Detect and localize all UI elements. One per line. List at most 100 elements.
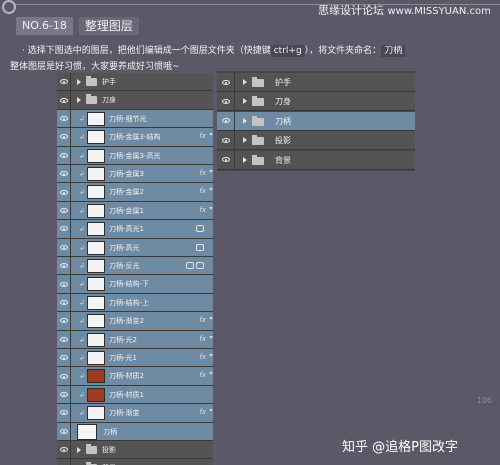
layer-row[interactable]: ↲ 刀柄-高光 (57, 238, 213, 257)
visibility-toggle[interactable] (57, 275, 71, 293)
visibility-toggle[interactable] (217, 92, 235, 111)
visibility-toggle[interactable] (57, 128, 71, 146)
layer-row[interactable]: ↲ 刀柄-光1 fx (57, 349, 213, 368)
eye-icon (59, 318, 68, 324)
visibility-toggle[interactable] (57, 349, 71, 367)
layer-thumbnail (87, 167, 105, 181)
layer-row[interactable]: ↲ 刀柄-金属3 fx (57, 165, 213, 184)
visibility-toggle[interactable] (57, 165, 71, 183)
layer-effects-icon[interactable]: fx (199, 408, 206, 416)
visibility-toggle[interactable] (57, 257, 71, 275)
effects-caret-icon[interactable] (209, 354, 213, 357)
layer-thumbnail (87, 387, 105, 402)
visibility-toggle[interactable] (57, 422, 71, 440)
layer-effects-icon[interactable]: fx (199, 187, 206, 195)
effects-caret-icon[interactable] (209, 409, 213, 413)
visibility-toggle[interactable] (57, 385, 71, 404)
layer-name: 刀身 (275, 97, 291, 107)
expand-arrow-icon[interactable] (243, 156, 247, 163)
effects-caret-icon[interactable] (209, 335, 213, 339)
visibility-toggle[interactable] (217, 73, 235, 91)
effects-caret-icon[interactable] (209, 133, 213, 137)
layer-thumbnail (87, 314, 105, 329)
visibility-toggle[interactable] (57, 73, 71, 91)
expand-arrow-icon[interactable] (243, 117, 247, 124)
visibility-toggle[interactable] (57, 91, 71, 109)
clip-arrow-icon: ↲ (79, 390, 85, 399)
layer-group-row[interactable]: 刀柄 (217, 111, 415, 131)
visibility-toggle[interactable] (57, 109, 71, 128)
visibility-toggle[interactable] (57, 312, 71, 330)
layer-row[interactable]: ↲ 刀柄-细节光 (57, 109, 213, 129)
layer-group-row[interactable]: 护手 (217, 73, 415, 92)
visibility-toggle[interactable] (217, 111, 235, 130)
linked-icon (186, 262, 194, 269)
layer-row[interactable]: ↲ 刀柄-结构-下 (57, 275, 213, 294)
step-number: NO.6-18 (16, 17, 73, 35)
layer-effects-icon[interactable]: fx (199, 132, 206, 140)
expand-arrow-icon[interactable] (77, 447, 81, 453)
eye-icon (59, 336, 68, 342)
layer-row[interactable]: ↲ 刀柄-高光1 (57, 220, 213, 239)
visibility-toggle[interactable] (57, 146, 71, 164)
layer-effects-icon[interactable]: fx (199, 335, 206, 343)
visibility-toggle[interactable] (57, 367, 71, 385)
layer-row[interactable]: ↲ 刀柄-材质1 (57, 385, 213, 405)
layer-group-row[interactable]: 刀身 (57, 91, 213, 110)
layer-row[interactable]: ↲ 刀柄-光2 fx (57, 330, 213, 349)
layer-row[interactable]: ↲ 刀柄-结构-上 (57, 293, 213, 313)
eye-icon (59, 97, 68, 103)
layer-effects-icon[interactable]: fx (199, 371, 206, 379)
effects-caret-icon[interactable] (209, 206, 213, 210)
visibility-toggle[interactable] (57, 201, 71, 220)
expand-arrow-icon[interactable] (77, 79, 81, 85)
visibility-toggle[interactable] (217, 131, 235, 150)
layer-thumbnail (87, 295, 105, 310)
effects-caret-icon[interactable] (209, 317, 213, 321)
layer-group-row[interactable]: 背景 (57, 459, 213, 465)
layer-row[interactable]: ↲ 刀柄-金属2 fx (57, 183, 213, 202)
layer-group-row[interactable]: 护手 (57, 73, 213, 92)
instruction-text-b: ），将文件夹命名： (304, 46, 382, 56)
visibility-toggle[interactable] (57, 459, 71, 465)
clip-arrow-icon: ↲ (79, 354, 85, 362)
eye-icon (59, 410, 68, 416)
layer-effects-icon[interactable]: fx (199, 353, 206, 361)
clip-arrow-icon: ↲ (79, 170, 85, 178)
layer-row[interactable]: ↲ 刀柄-金属3-结构 fx (57, 128, 213, 147)
layer-name: 投影 (102, 446, 116, 454)
expand-arrow-icon[interactable] (243, 137, 247, 144)
layer-group-row[interactable]: 投影 (57, 441, 213, 460)
layer-row[interactable]: 刀柄 (57, 422, 213, 441)
visibility-toggle[interactable] (57, 220, 71, 238)
layer-group-row[interactable]: 刀身 (217, 92, 415, 112)
effects-caret-icon[interactable] (209, 372, 213, 376)
visibility-toggle[interactable] (57, 330, 71, 348)
layer-effects-icon[interactable]: fx (199, 206, 206, 214)
visibility-toggle[interactable] (57, 183, 71, 201)
layer-group-row[interactable]: 背景 (217, 150, 415, 170)
layer-effects-icon[interactable]: fx (199, 169, 206, 177)
visibility-toggle[interactable] (217, 150, 235, 169)
clip-arrow-icon: ↲ (79, 151, 85, 160)
expand-arrow-icon[interactable] (77, 97, 81, 104)
layer-thumbnail (87, 351, 105, 365)
layer-group-row[interactable]: 投影 (217, 131, 415, 151)
expand-arrow-icon[interactable] (243, 98, 247, 105)
visibility-toggle[interactable] (57, 293, 71, 312)
layer-row[interactable]: ↲ 刀柄-渐变 fx (57, 404, 213, 423)
visibility-toggle[interactable] (57, 238, 71, 256)
layer-row[interactable]: ↲ 刀柄-渐变2 fx (57, 312, 213, 331)
visibility-toggle[interactable] (57, 441, 71, 459)
layer-effects-icon[interactable]: fx (199, 316, 206, 324)
visibility-toggle[interactable] (57, 404, 71, 422)
eye-icon (59, 134, 68, 140)
layer-row[interactable]: ↲ 刀柄-材质2 fx (57, 367, 213, 386)
layer-row[interactable]: ↲ 刀柄-金属1 fx (57, 201, 213, 221)
layer-row[interactable]: ↲ 刀柄-金属3-高光 (57, 146, 213, 165)
effects-caret-icon[interactable] (209, 188, 213, 192)
layer-row[interactable]: ↲ 刀柄-反光 (57, 257, 213, 276)
eye-icon (59, 355, 68, 361)
effects-caret-icon[interactable] (209, 170, 213, 173)
expand-arrow-icon[interactable] (243, 79, 247, 85)
